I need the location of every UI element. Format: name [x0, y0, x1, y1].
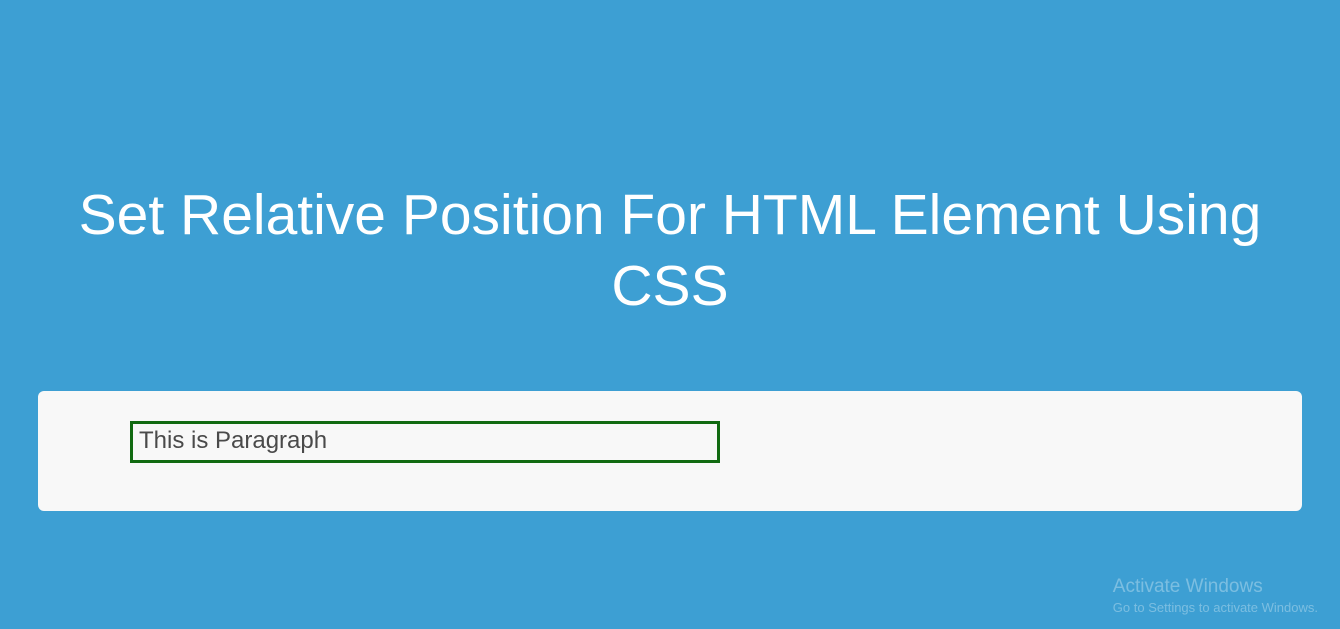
page-heading: Set Relative Position For HTML Element U… [0, 0, 1340, 323]
windows-activation-watermark: Activate Windows Go to Settings to activ… [1113, 576, 1318, 615]
watermark-title: Activate Windows [1113, 576, 1318, 598]
paragraph-text: This is Paragraph [139, 427, 327, 454]
paragraph-box: This is Paragraph [130, 421, 720, 463]
watermark-subtitle: Go to Settings to activate Windows. [1113, 600, 1318, 615]
content-card: This is Paragraph [38, 391, 1302, 511]
